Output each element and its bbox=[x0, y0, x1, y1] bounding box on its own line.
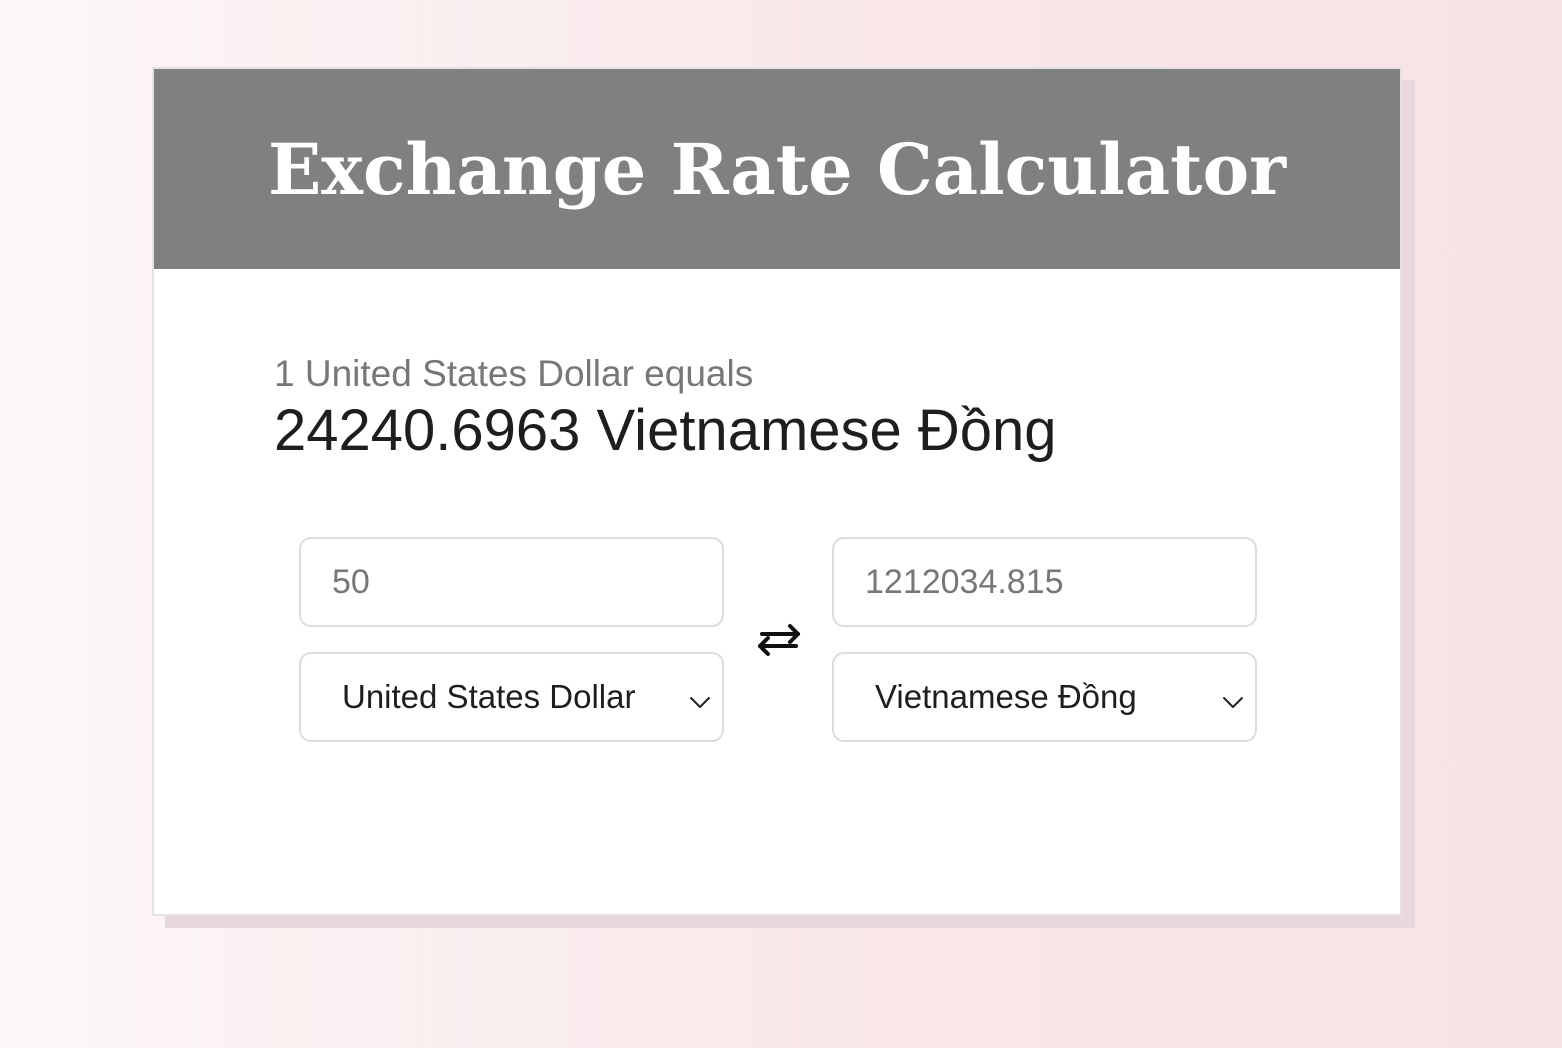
from-amount-input[interactable]: 50 bbox=[299, 537, 724, 627]
from-currency-label: United States Dollar bbox=[342, 678, 636, 715]
page-title: Exchange Rate Calculator bbox=[267, 127, 1287, 211]
swap-arrows-icon[interactable] bbox=[754, 621, 804, 659]
to-amount-value: 1212034.815 bbox=[865, 562, 1064, 601]
rate-to-text: 24240.6963 Vietnamese Đồng bbox=[274, 398, 1057, 463]
rate-from-text: 1 United States Dollar equals bbox=[274, 353, 754, 394]
chevron-down-icon bbox=[1221, 684, 1245, 708]
rate-summary: 1 United States Dollar equals 24240.6963… bbox=[274, 352, 1057, 466]
to-amount-input[interactable]: 1212034.815 bbox=[832, 537, 1257, 627]
calculator-card: Exchange Rate Calculator 1 United States… bbox=[152, 67, 1402, 916]
from-currency-select[interactable]: United States Dollar bbox=[299, 652, 724, 742]
to-currency-label: Vietnamese Đồng bbox=[875, 678, 1137, 715]
from-amount-value: 50 bbox=[332, 562, 370, 601]
chevron-down-icon bbox=[688, 684, 712, 708]
card-header: Exchange Rate Calculator bbox=[154, 69, 1400, 269]
to-currency-select[interactable]: Vietnamese Đồng bbox=[832, 652, 1257, 742]
